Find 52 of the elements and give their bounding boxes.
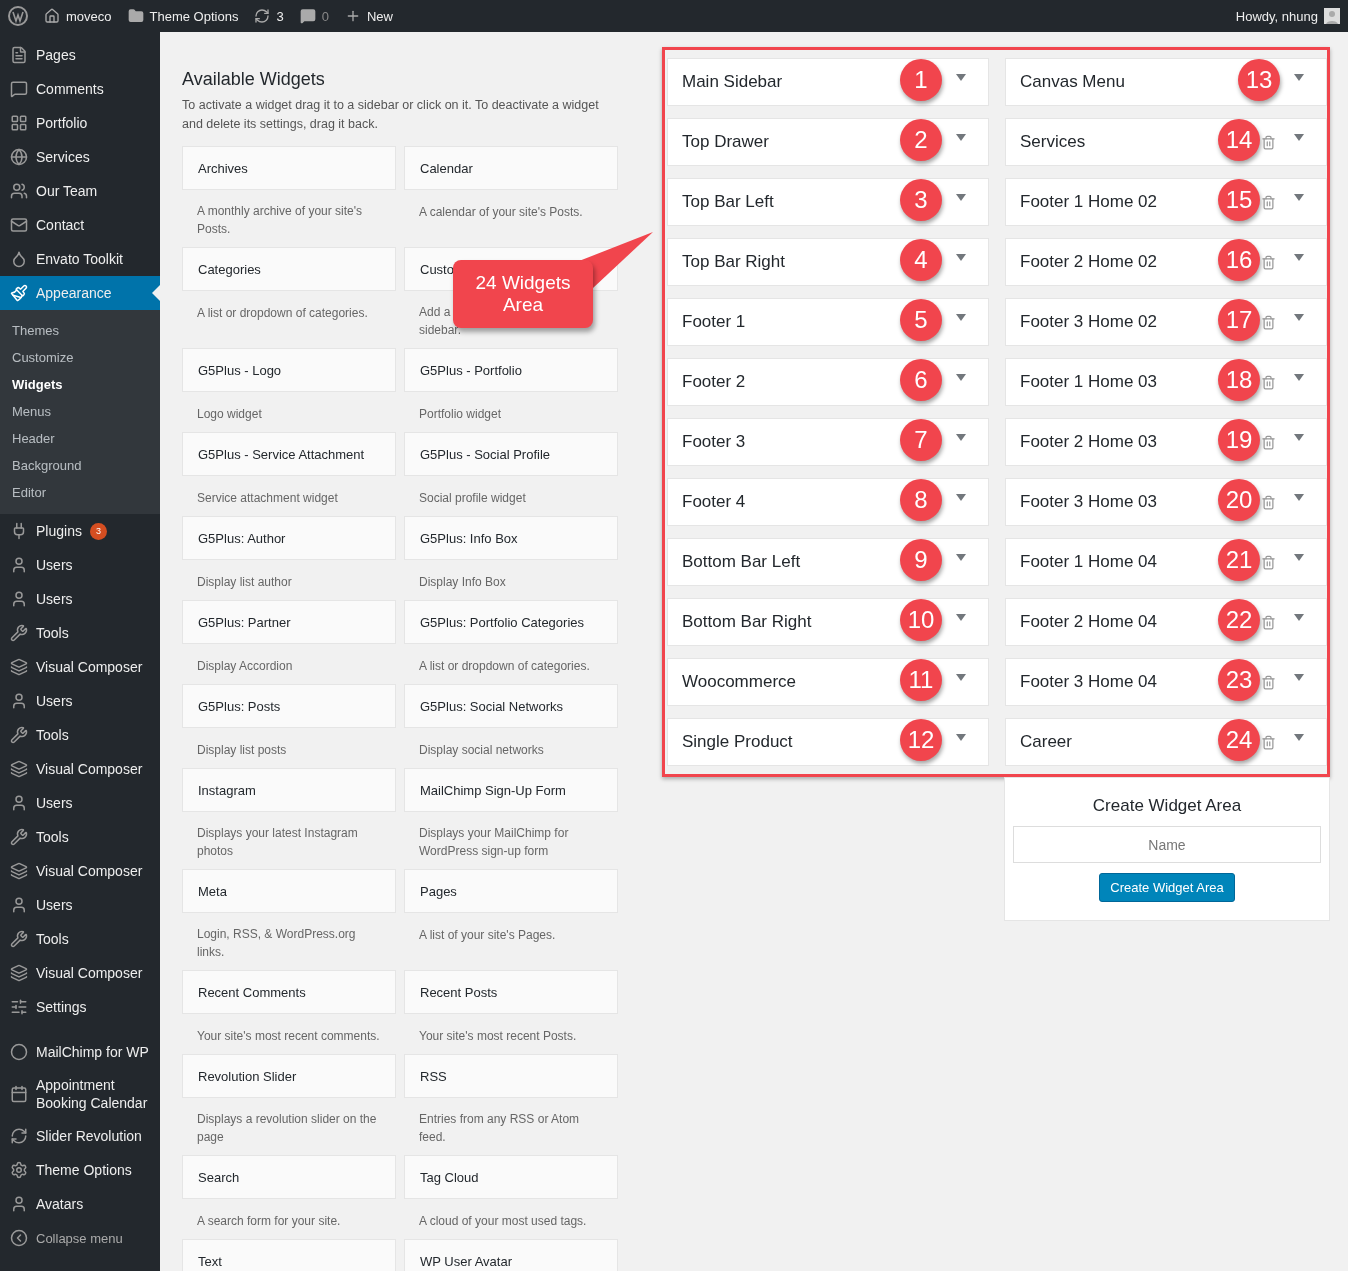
- widget-description: Social profile widget: [419, 490, 526, 507]
- widget-description: Displays a revolution slider on the page: [197, 1111, 378, 1146]
- widget-description: Service attachment widget: [197, 490, 338, 507]
- widget-description: A list or dropdown of categories.: [419, 658, 590, 675]
- number-marker: 19: [1218, 419, 1260, 461]
- number-marker: 15: [1218, 179, 1260, 221]
- widget-description: A list or dropdown of categories.: [197, 305, 368, 322]
- widget-description: Entries from any RSS or Atom feed.: [419, 1111, 581, 1146]
- number-marker: 6: [900, 359, 942, 401]
- number-marker: 17: [1218, 299, 1260, 341]
- number-marker: 5: [900, 299, 942, 341]
- widget-description: A calendar of your site's Posts.: [419, 204, 583, 221]
- widget-description: A search form for your site.: [197, 1213, 341, 1230]
- count-badge: 3: [89, 522, 107, 540]
- panel-title: Create Widget Area: [1092, 796, 1242, 816]
- number-marker: 1: [900, 59, 942, 101]
- section-title: Available Widgets: [182, 69, 326, 90]
- widget-description: Login, RSS, & WordPress.org links.: [197, 926, 357, 961]
- number-marker: 3: [900, 179, 942, 221]
- widget-description: Displays your MailChimp for WordPress sign-up form: [419, 825, 570, 860]
- number-marker: 23: [1218, 659, 1260, 701]
- number-marker: 22: [1218, 599, 1260, 641]
- widget-description: Display social networks: [419, 742, 544, 759]
- widget-description: A list of your site's Pages.: [419, 927, 556, 944]
- widget-description: Displays your latest Instagram photos: [197, 825, 359, 860]
- number-marker: 13: [1238, 59, 1280, 101]
- widget-description: A cloud of your most used tags.: [419, 1213, 587, 1230]
- number-marker: 18: [1218, 359, 1260, 401]
- widget-description: Logo widget: [197, 406, 262, 423]
- number-marker: 2: [900, 119, 942, 161]
- callout-label: 24 Widgets Area: [453, 260, 593, 328]
- number-marker: 8: [900, 479, 942, 521]
- number-marker: 24: [1218, 719, 1260, 761]
- widget-description: Display list author: [197, 574, 292, 591]
- number-marker: 12: [900, 719, 942, 761]
- number-marker: 10: [900, 599, 942, 641]
- number-marker: 4: [900, 239, 942, 281]
- widget-description: Display list posts: [197, 742, 287, 759]
- widget-description: Your site's most recent comments.: [197, 1028, 380, 1045]
- section-description: To activate a widget drag it to a sidebar or click on it. To deactivate a widget and delete its settings, drag it back.: [182, 97, 600, 133]
- widget-description: Display Info Box: [419, 574, 506, 591]
- number-marker: 7: [900, 419, 942, 461]
- number-marker: 21: [1218, 539, 1260, 581]
- widget-description: Your site's most recent Posts.: [419, 1028, 577, 1045]
- number-marker: 16: [1218, 239, 1260, 281]
- number-marker: 20: [1218, 479, 1260, 521]
- widget-description: Portfolio widget: [419, 406, 502, 423]
- number-marker: 9: [900, 539, 942, 581]
- widget-description: Display Accordion: [197, 658, 293, 675]
- widget-description: A monthly archive of your site's Posts.: [197, 203, 364, 238]
- number-marker: 14: [1218, 119, 1260, 161]
- number-marker: 11: [900, 659, 942, 701]
